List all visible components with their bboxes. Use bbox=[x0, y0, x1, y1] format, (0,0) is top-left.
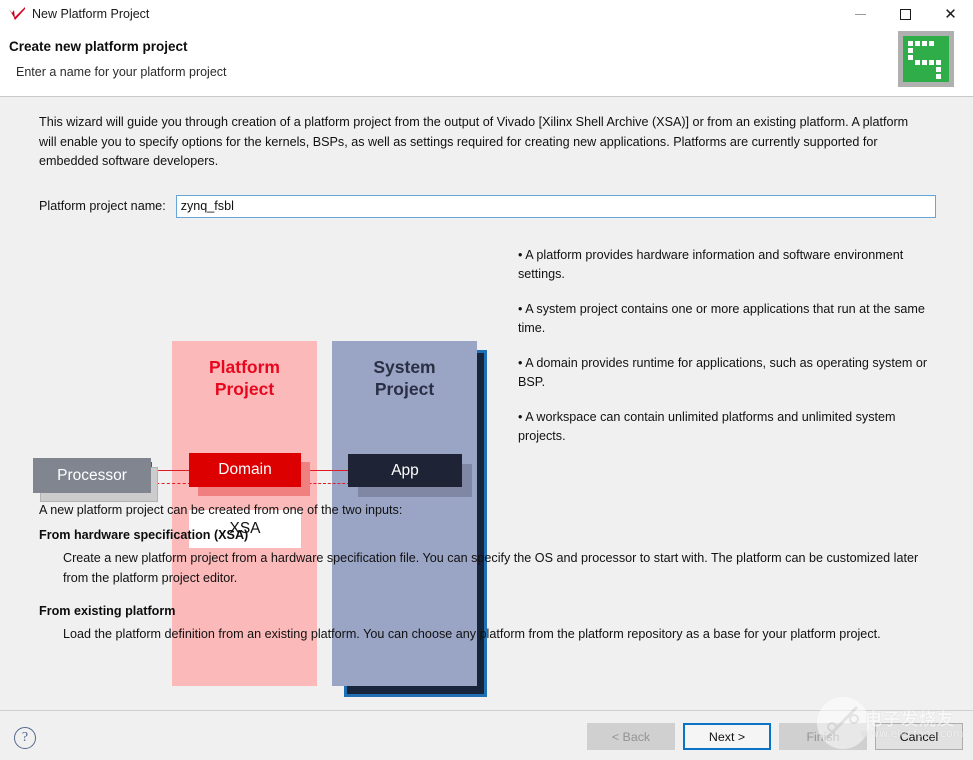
wizard-footer: ? < Back Next > Finish Cancel bbox=[0, 710, 973, 760]
next-button[interactable]: Next > bbox=[683, 723, 771, 750]
list-item: • A platform provides hardware informati… bbox=[518, 248, 904, 281]
vitis-check-icon bbox=[6, 4, 28, 24]
list-item: • A system project contains one or more … bbox=[518, 302, 925, 335]
help-question-icon[interactable]: ? bbox=[14, 727, 36, 749]
section-heading-existing-platform: From existing platform bbox=[39, 604, 176, 618]
platform-project-title: Platform Project bbox=[172, 356, 317, 400]
project-name-label: Platform project name: bbox=[39, 199, 166, 213]
wizard-content: This wizard will guide you through creat… bbox=[0, 98, 973, 710]
list-item: • A domain provides runtime for applicat… bbox=[518, 356, 928, 389]
platform-project-title-line2: Project bbox=[214, 379, 275, 399]
system-project-title-line2: Project bbox=[374, 379, 435, 399]
app-label: App bbox=[391, 461, 419, 479]
app-box: App bbox=[348, 454, 462, 487]
intro-paragraph: This wizard will guide you through creat… bbox=[39, 115, 909, 168]
list-item: • A workspace can contain unlimited plat… bbox=[518, 410, 896, 443]
processor-label: Processor bbox=[57, 466, 127, 484]
title-bar: New Platform Project ✕ bbox=[0, 0, 973, 28]
page-title: Create new platform project bbox=[9, 39, 188, 54]
close-icon[interactable]: ✕ bbox=[928, 0, 973, 28]
project-name-input[interactable] bbox=[175, 194, 936, 218]
cancel-button[interactable]: Cancel bbox=[875, 723, 963, 750]
maximize-icon[interactable] bbox=[883, 0, 928, 28]
platform-project-title-line1: Platform bbox=[209, 357, 280, 377]
input-sources-section: A new platform project can be created fr… bbox=[39, 503, 919, 661]
page-subtitle: Enter a name for your platform project bbox=[16, 65, 227, 79]
system-project-title: System Project bbox=[332, 356, 477, 400]
section-heading-hardware-spec: From hardware specification (XSA) bbox=[39, 528, 249, 542]
back-button[interactable]: < Back bbox=[587, 723, 675, 750]
wizard-button-row: < Back Next > Finish Cancel bbox=[587, 723, 963, 750]
wizard-header: Create new platform project Enter a name… bbox=[0, 28, 973, 97]
processor-box: Processor bbox=[33, 458, 151, 493]
section-body-hardware-spec: Create a new platform project from a har… bbox=[63, 551, 919, 585]
domain-label: Domain bbox=[218, 461, 272, 478]
domain-box: Domain bbox=[189, 453, 301, 487]
minimize-icon[interactable] bbox=[838, 0, 883, 28]
project-name-row: Platform project name: bbox=[39, 194, 936, 218]
window-title: New Platform Project bbox=[32, 7, 150, 21]
section-body-existing-platform: Load the platform definition from an exi… bbox=[63, 627, 881, 641]
vitis-logo-icon bbox=[898, 31, 954, 87]
system-project-title-line1: System bbox=[373, 357, 436, 377]
window-controls: ✕ bbox=[838, 0, 973, 28]
concept-bullet-list: • A platform provides hardware informati… bbox=[518, 246, 938, 462]
input-sources-intro: A new platform project can be created fr… bbox=[39, 503, 403, 517]
finish-button[interactable]: Finish bbox=[779, 723, 867, 750]
